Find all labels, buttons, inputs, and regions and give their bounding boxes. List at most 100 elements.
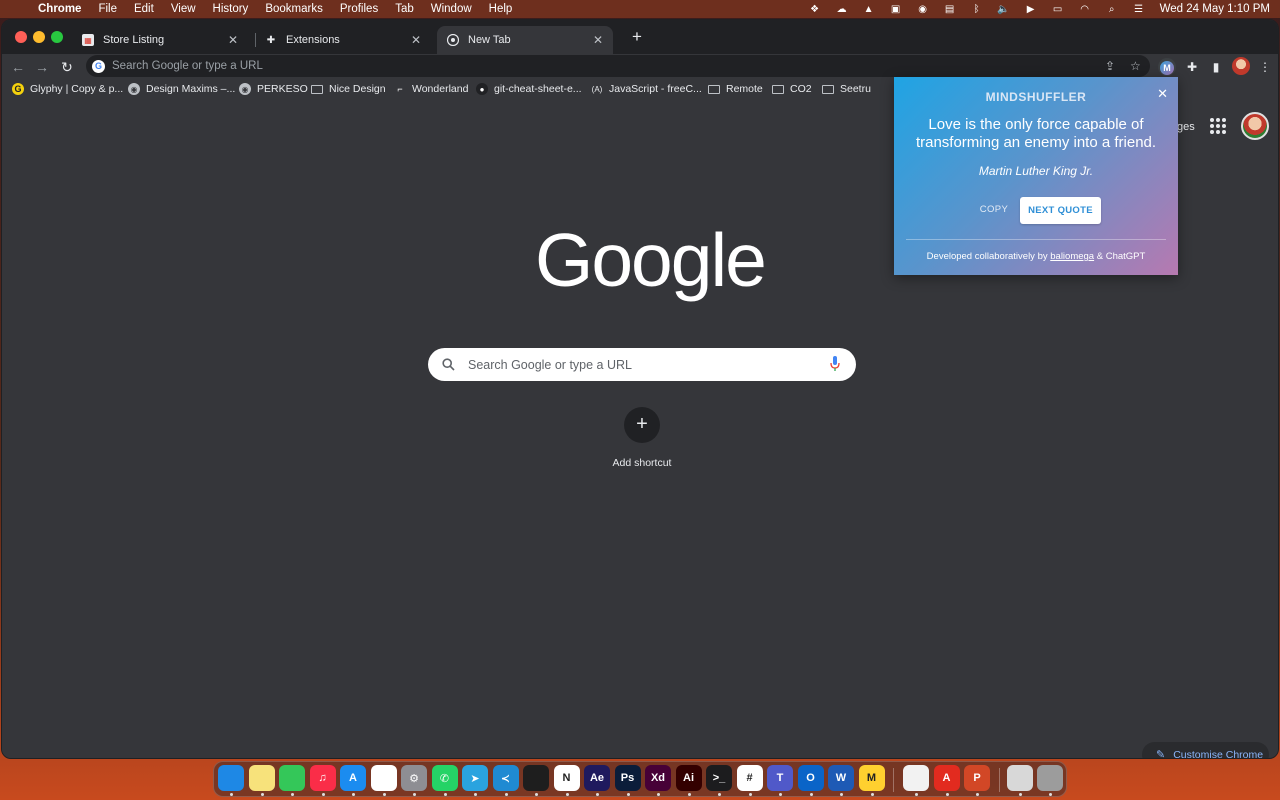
music-dock-icon[interactable]: ♫ xyxy=(309,765,336,791)
tab-store-listing[interactable]: ▦ Store Listing ✕ xyxy=(72,26,248,54)
messages-dock-icon[interactable] xyxy=(279,765,305,791)
next-quote-button[interactable]: NEXT QUOTE xyxy=(1020,197,1101,224)
side-panel-icon[interactable]: ▮ xyxy=(1207,58,1225,76)
bookmark-git-cheat-sheet[interactable]: ● git-cheat-sheet-e... xyxy=(476,83,582,95)
bookmark-seetru[interactable]: Seetru xyxy=(822,83,871,95)
textedit-dock-icon[interactable] xyxy=(903,765,929,791)
menu-history[interactable]: History xyxy=(213,3,249,15)
app-store-dock-icon[interactable]: A xyxy=(340,765,366,791)
powerpoint-dock-icon[interactable]: P xyxy=(964,765,990,791)
menubar-clock[interactable]: Wed 24 May 1:10 PM xyxy=(1160,3,1270,15)
menu-file[interactable]: File xyxy=(98,3,117,15)
tab-close-icon[interactable]: ✕ xyxy=(228,33,238,47)
bluetooth-icon[interactable]: ᛒ xyxy=(970,4,984,15)
add-shortcut-button[interactable]: + xyxy=(624,407,660,443)
bookmark-remote[interactable]: Remote xyxy=(708,83,763,95)
forward-icon[interactable]: → xyxy=(33,58,51,76)
microphone-icon[interactable] xyxy=(830,356,840,372)
new-tab-button[interactable]: + xyxy=(628,28,646,46)
bookmark-star-icon[interactable]: ☆ xyxy=(1130,59,1141,73)
menu-edit[interactable]: Edit xyxy=(134,3,154,15)
customise-chrome-button[interactable]: ✎ Customise Chrome xyxy=(1142,742,1269,758)
running-indicator xyxy=(596,793,599,796)
window-minimize-button[interactable] xyxy=(33,31,45,43)
finder-dock-icon[interactable] xyxy=(218,765,244,791)
google-account-avatar[interactable] xyxy=(1241,112,1269,140)
mindshuffler-extension-icon[interactable]: M xyxy=(1158,58,1176,76)
share-icon[interactable]: ⇪ xyxy=(1105,59,1115,73)
close-icon[interactable]: ✕ xyxy=(1157,86,1168,102)
miro-dock-icon[interactable]: M xyxy=(858,765,885,791)
teams-dock-icon[interactable]: T xyxy=(767,765,793,791)
tab-extensions[interactable]: ✚ Extensions ✕ xyxy=(255,26,431,54)
running-indicator xyxy=(1049,793,1052,796)
bookmark-glyphy[interactable]: G Glyphy | Copy & p... xyxy=(12,83,123,95)
office-status-icon[interactable]: ▣ xyxy=(889,4,903,15)
photoshop-dock-icon[interactable]: Ps xyxy=(614,765,641,791)
telegram-dock-icon[interactable]: ➤ xyxy=(462,765,488,791)
menu-bookmarks[interactable]: Bookmarks xyxy=(265,3,323,15)
menu-tab[interactable]: Tab xyxy=(395,3,414,15)
bookmark-perkeso[interactable]: ◉ PERKESO xyxy=(239,83,308,95)
menu-help[interactable]: Help xyxy=(489,3,513,15)
vscode-dock-icon[interactable]: ≺ xyxy=(492,765,519,791)
volume-icon[interactable]: 🔈 xyxy=(997,4,1011,15)
running-indicator xyxy=(474,793,477,796)
running-indicator xyxy=(291,793,294,796)
slack-dock-icon[interactable]: # xyxy=(736,765,763,791)
system-preferences-dock-icon[interactable]: ⚙ xyxy=(401,765,427,791)
add-shortcut-label[interactable]: Add shortcut xyxy=(582,457,702,469)
chrome-dock-icon[interactable] xyxy=(370,765,397,791)
bookmark-co2[interactable]: CO2 xyxy=(772,83,812,95)
word-dock-icon[interactable]: W xyxy=(828,765,854,791)
credits-author-link[interactable]: baliomega xyxy=(1050,251,1094,262)
window-close-button[interactable] xyxy=(15,31,27,43)
figma-dock-icon[interactable] xyxy=(523,765,549,791)
bookmark-nice-design[interactable]: Nice Design xyxy=(311,83,386,95)
after-effects-dock-icon[interactable]: Ae xyxy=(584,765,610,791)
tab-close-icon[interactable]: ✕ xyxy=(411,33,421,47)
cloud-icon[interactable]: ☁ xyxy=(835,4,849,15)
menu-profiles[interactable]: Profiles xyxy=(340,3,378,15)
menu-view[interactable]: View xyxy=(171,3,196,15)
wifi-icon[interactable]: ◠ xyxy=(1078,4,1092,15)
play-icon[interactable]: ▶ xyxy=(1024,4,1038,15)
tab-new-tab[interactable]: New Tab ✕ xyxy=(437,26,613,54)
notion-status-icon[interactable]: ▲ xyxy=(862,4,876,15)
preview-dock-icon[interactable] xyxy=(1006,765,1033,791)
figma-status-icon[interactable]: ❖ xyxy=(808,4,822,15)
acrobat-dock-icon[interactable]: A xyxy=(933,765,960,791)
terminal-dock-icon[interactable]: >_ xyxy=(706,765,732,791)
tab-close-icon[interactable]: ✕ xyxy=(593,33,603,47)
more-menu-icon[interactable]: ⋮ xyxy=(1256,58,1274,76)
trash-dock-icon[interactable] xyxy=(1037,765,1063,791)
back-icon[interactable]: ← xyxy=(9,58,27,76)
address-bar[interactable]: G Search Google or type a URL ⇪ ☆ xyxy=(86,55,1150,77)
menu-app-name[interactable]: Chrome xyxy=(38,3,81,15)
address-bar-placeholder: Search Google or type a URL xyxy=(112,60,263,72)
keyboard-icon[interactable]: ▤ xyxy=(943,4,957,15)
outlook-dock-icon[interactable]: O xyxy=(797,765,824,791)
xd-dock-icon[interactable]: Xd xyxy=(645,765,671,791)
battery-icon[interactable]: ▭ xyxy=(1051,4,1065,15)
google-search-box[interactable]: Search Google or type a URL xyxy=(428,348,856,381)
spotlight-icon[interactable]: ⌕ xyxy=(1105,4,1119,15)
profile-avatar[interactable] xyxy=(1232,57,1250,75)
screen-record-icon[interactable]: ◉ xyxy=(916,4,930,15)
extensions-puzzle-icon[interactable]: ✚ xyxy=(1183,58,1201,76)
reload-icon[interactable]: ↻ xyxy=(58,58,76,76)
notion-dock-icon[interactable]: N xyxy=(553,765,580,791)
images-link[interactable]: ges xyxy=(1177,121,1195,133)
menu-window[interactable]: Window xyxy=(431,3,472,15)
copy-button[interactable]: COPY xyxy=(973,204,1015,215)
macos-menu-bar: Chrome File Edit View History Bookmarks … xyxy=(0,0,1280,18)
illustrator-dock-icon[interactable]: Ai xyxy=(675,765,702,791)
whatsapp-dock-icon[interactable]: ✆ xyxy=(431,765,458,791)
bookmark-javascript-freecodecamp[interactable]: (A) JavaScript - freeC... xyxy=(591,83,702,95)
window-zoom-button[interactable] xyxy=(51,31,63,43)
bookmark-design-maxims[interactable]: ◉ Design Maxims –... xyxy=(128,83,235,95)
bookmark-wonderland[interactable]: ⌐ Wonderland xyxy=(394,83,468,95)
control-center-icon[interactable]: ☰ xyxy=(1132,4,1146,15)
google-apps-icon[interactable] xyxy=(1210,118,1226,134)
notes-dock-icon[interactable] xyxy=(248,765,275,791)
